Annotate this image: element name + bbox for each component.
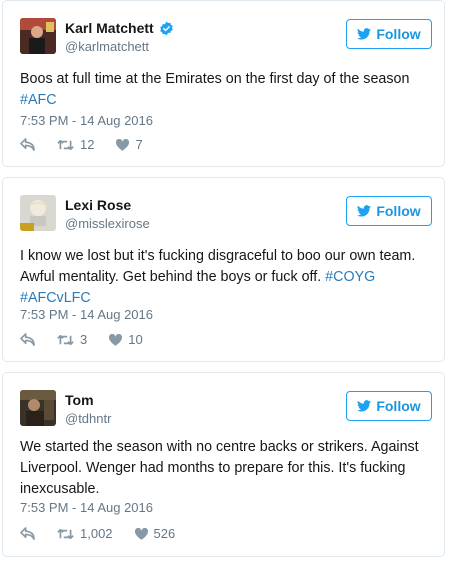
display-name[interactable]: Tom xyxy=(65,392,94,408)
follow-button[interactable]: Follow xyxy=(346,391,432,421)
hashtag-link[interactable]: #AFCvLFC xyxy=(20,290,91,306)
tweet-actions: 12 7 xyxy=(20,137,143,152)
tweet-actions: 1,002 526 xyxy=(20,526,175,541)
retweet-button[interactable]: 3 xyxy=(57,332,87,347)
heart-icon xyxy=(109,333,123,346)
tweet-text: I know we lost but it's fucking disgrace… xyxy=(20,248,416,306)
retweet-count: 12 xyxy=(80,137,95,152)
retweet-button[interactable]: 12 xyxy=(57,137,94,152)
tweet-card: Tom @tdhntr Follow We started the season… xyxy=(2,372,445,557)
user-handle[interactable]: @karlmatchett xyxy=(65,39,149,54)
like-button[interactable]: 10 xyxy=(109,332,143,347)
twitter-bird-icon xyxy=(357,205,372,217)
retweet-icon xyxy=(57,334,74,345)
retweet-count: 3 xyxy=(80,332,88,347)
tweet-text: We started the season with no centre bac… xyxy=(20,439,419,497)
twitter-bird-icon xyxy=(357,28,372,40)
tweet-card: Lexi Rose @misslexirose Follow I know we… xyxy=(2,177,445,362)
tweet-timestamp[interactable]: 7:53 PM - 14 Aug 2016 xyxy=(20,113,153,128)
user-handle[interactable]: @misslexirose xyxy=(65,216,150,231)
avatar[interactable] xyxy=(20,390,56,426)
hashtag-link[interactable]: #COYG xyxy=(325,269,375,285)
retweet-count: 1,002 xyxy=(80,526,113,541)
tweet-actions: 3 10 xyxy=(20,332,143,347)
hashtag-link[interactable]: #AFC xyxy=(20,92,57,108)
heart-icon xyxy=(134,527,148,540)
reply-icon xyxy=(20,138,35,151)
reply-button[interactable] xyxy=(20,138,35,151)
follow-button[interactable]: Follow xyxy=(346,19,432,49)
display-name[interactable]: Karl Matchett xyxy=(65,20,174,36)
heart-icon xyxy=(116,138,130,151)
like-count: 10 xyxy=(128,332,143,347)
twitter-bird-icon xyxy=(357,400,372,412)
tweet-timestamp[interactable]: 7:53 PM - 14 Aug 2016 xyxy=(20,307,153,322)
retweet-icon xyxy=(57,528,74,539)
retweet-button[interactable]: 1,002 xyxy=(57,526,113,541)
follow-button[interactable]: Follow xyxy=(346,196,432,226)
tweet-timestamp[interactable]: 7:53 PM - 14 Aug 2016 xyxy=(20,500,153,515)
user-handle[interactable]: @tdhntr xyxy=(65,411,111,426)
avatar[interactable] xyxy=(20,195,56,231)
verified-badge-icon xyxy=(159,21,173,35)
display-name[interactable]: Lexi Rose xyxy=(65,197,131,213)
like-button[interactable]: 7 xyxy=(116,137,143,152)
reply-button[interactable] xyxy=(20,527,35,540)
like-count: 7 xyxy=(135,137,143,152)
like-button[interactable]: 526 xyxy=(134,526,176,541)
tweet-text: Boos at full time at the Emirates on the… xyxy=(20,71,410,108)
reply-button[interactable] xyxy=(20,333,35,346)
like-count: 526 xyxy=(153,526,176,541)
tweet-card: Karl Matchett @karlmatchett Follow Boos … xyxy=(2,0,445,167)
reply-icon xyxy=(20,527,35,540)
avatar[interactable] xyxy=(20,18,56,54)
retweet-icon xyxy=(57,139,74,150)
reply-icon xyxy=(20,333,35,346)
